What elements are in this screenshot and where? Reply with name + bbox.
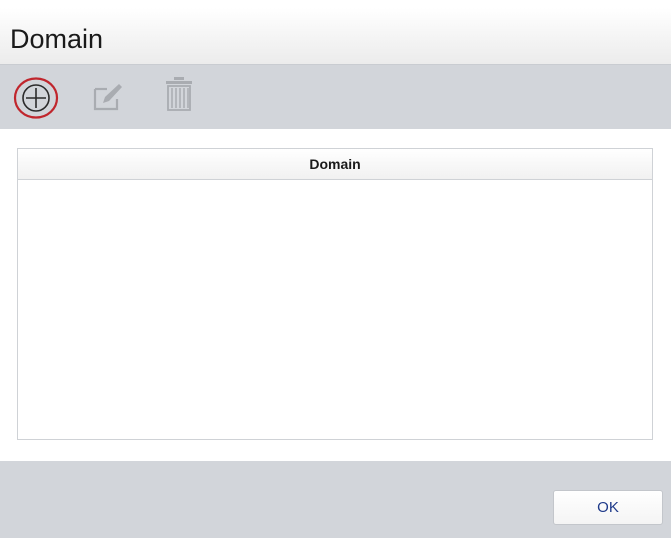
- add-button[interactable]: [13, 76, 59, 120]
- edit-icon: [93, 84, 122, 111]
- dialog-title-bar: Domain: [0, 8, 671, 65]
- add-icon: [13, 77, 59, 119]
- grid-body: [18, 180, 652, 439]
- column-header-domain[interactable]: Domain: [309, 156, 360, 172]
- dialog-title: Domain: [10, 24, 104, 54]
- edit-button[interactable]: [91, 79, 125, 113]
- grid-header: Domain: [18, 149, 652, 180]
- ok-button[interactable]: OK: [553, 490, 663, 525]
- trash-icon: [166, 77, 192, 111]
- delete-button[interactable]: [163, 76, 195, 112]
- domain-dialog: Domain Domain OK: [0, 0, 671, 538]
- domain-grid: Domain: [17, 148, 653, 440]
